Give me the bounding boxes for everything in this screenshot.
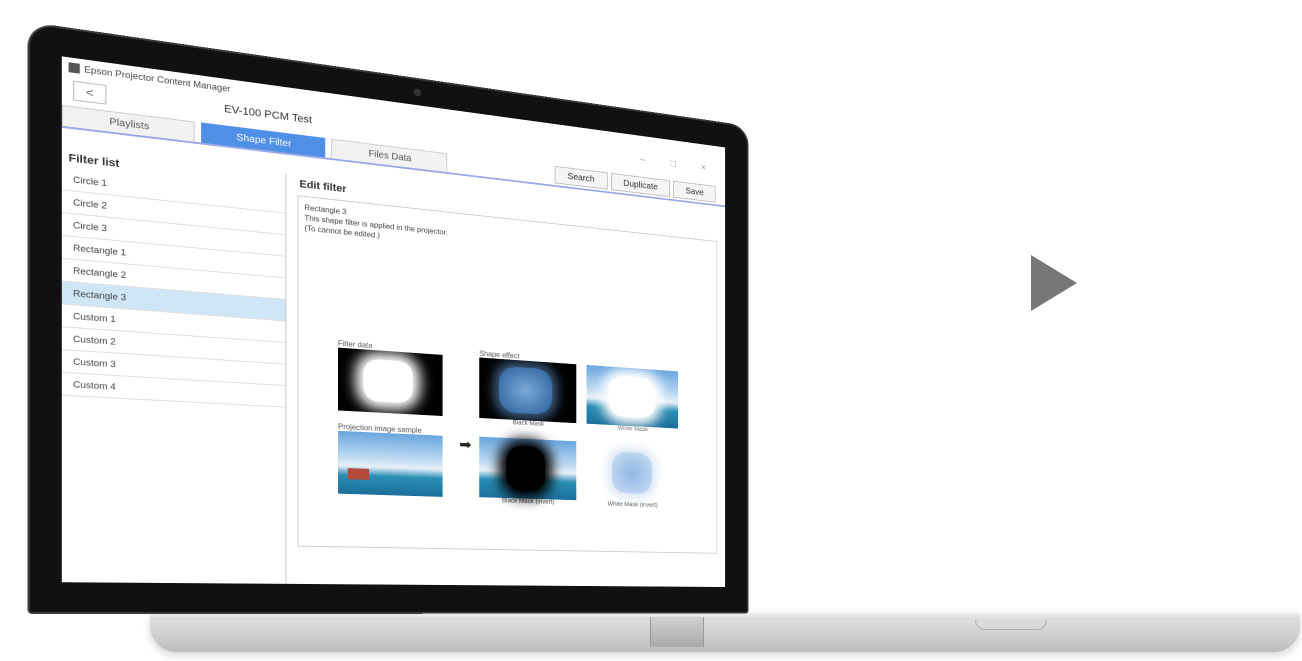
filter-data-group: Filter data [337, 339, 443, 417]
white-mask-invert-group: White Mask (invert) [586, 441, 679, 509]
hut-shape [347, 468, 370, 480]
black-mask-invert-image [479, 436, 577, 501]
filter-previews: Filter data Projection image sample ➡ Sh… [337, 339, 709, 509]
laptop-lid: Epson Projector Content Manager < EV-100… [30, 24, 748, 612]
black-mask-invert-group: Black Mask (invert) [479, 436, 577, 507]
app-window: Epson Projector Content Manager < EV-100… [61, 56, 726, 588]
white-mask-image [586, 364, 679, 429]
white-mask-invert-image [586, 441, 679, 504]
filter-list: Circle 1 Circle 2 Circle 3 Rectangle 1 R… [61, 167, 286, 408]
file-title: EV-100 PCM Test [224, 103, 313, 127]
save-button[interactable]: Save [673, 180, 716, 203]
arrow-right-icon: ➡ [459, 437, 472, 454]
filter-data-image [337, 347, 443, 417]
duplicate-button[interactable]: Duplicate [610, 172, 671, 198]
camera-icon [413, 88, 422, 97]
projection-sample-group: Projection image sample [337, 422, 443, 497]
edit-filter-pane: Edit filter Rectangle 3 This shape filte… [293, 174, 718, 587]
main-content: Filter list Circle 1 Circle 2 Circle 3 R… [61, 147, 725, 587]
filter-list-pane: Filter list Circle 1 Circle 2 Circle 3 R… [61, 147, 287, 584]
back-button[interactable]: < [73, 80, 107, 105]
laptop-perspective: Epson Projector Content Manager < EV-100… [0, 0, 1302, 661]
shape-effect-group: Shape effect Black Mask [479, 349, 577, 429]
projection-sample-image [337, 430, 443, 497]
app-icon [68, 62, 80, 74]
black-mask-image [479, 357, 577, 424]
edit-filter-box: Rectangle 3 This shape filter is applied… [297, 195, 718, 554]
search-button[interactable]: Search [554, 165, 608, 190]
white-mask-group: White Mask [586, 364, 679, 434]
play-triangle-icon[interactable] [1031, 255, 1077, 311]
